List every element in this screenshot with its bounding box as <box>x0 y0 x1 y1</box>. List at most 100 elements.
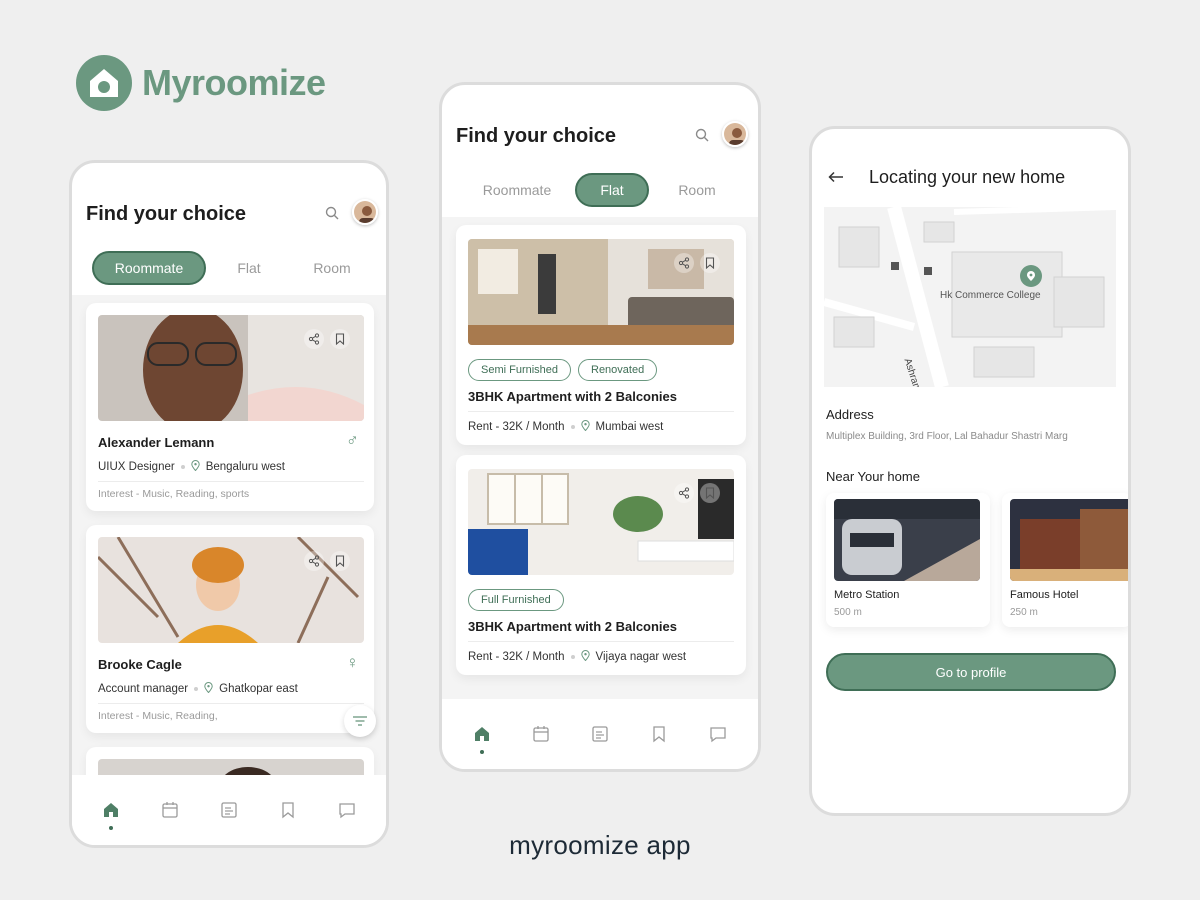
location-pin-icon <box>580 420 590 434</box>
share-icon[interactable] <box>674 483 694 503</box>
back-arrow-icon[interactable] <box>826 167 846 187</box>
brand-header: Myroomize <box>76 55 326 111</box>
roommate-role: Account manager <box>98 683 189 695</box>
flat-photo <box>468 469 734 575</box>
flat-title: 3BHK Apartment with 2 Balconies <box>468 619 678 634</box>
map-view[interactable]: Hk Commerce College Ashram R <box>824 207 1116 387</box>
address-text: Multiplex Building, 3rd Floor, Lal Bahad… <box>826 431 1068 442</box>
page-title: Find your choice <box>86 203 247 225</box>
flat-tag: Full Furnished <box>468 589 564 611</box>
phone-location-screen: Locating your new home Hk Commerce Colle… <box>809 126 1131 816</box>
bookmark-icon[interactable] <box>330 329 350 349</box>
roommate-interest: Interest - Music, Reading, sports <box>98 488 250 500</box>
male-symbol-icon: ♂ <box>346 431 359 450</box>
address-label: Address <box>826 407 874 422</box>
flat-meta: Rent - 32K / Month Vijaya nagar west <box>468 650 686 664</box>
map-place-label: Hk Commerce College <box>940 290 1041 301</box>
roommate-meta: UIUX Designer Bengaluru west <box>98 460 285 474</box>
location-pin-icon <box>580 650 590 664</box>
roommate-name: Alexander Lemann <box>98 435 215 450</box>
house-icon <box>76 55 132 111</box>
roommate-name: Brooke Cagle <box>98 657 182 672</box>
flat-card[interactable]: Semi Furnished Renovated 3BHK Apartment … <box>456 225 746 445</box>
notes-icon[interactable] <box>586 720 614 748</box>
flat-tag: Renovated <box>578 359 658 381</box>
notes-icon[interactable] <box>215 796 243 824</box>
flat-card[interactable]: Full Furnished 3BHK Apartment with 2 Bal… <box>456 455 746 675</box>
card-divider <box>468 641 734 642</box>
location-pin-icon <box>204 682 213 696</box>
near-place-title: Famous Hotel <box>1010 589 1079 601</box>
flat-location: Mumbai west <box>595 421 664 433</box>
card-divider <box>98 703 364 704</box>
flat-rent: Rent - 32K / Month <box>468 651 565 663</box>
tab-room[interactable]: Room <box>292 253 372 283</box>
tab-room[interactable]: Room <box>662 175 732 205</box>
roommate-photo <box>98 537 364 643</box>
avatar[interactable] <box>352 199 378 225</box>
meta-separator <box>570 425 575 429</box>
near-place-photo <box>834 499 980 581</box>
roommate-location: Bengaluru west <box>205 461 285 473</box>
page-title: Find your choice <box>456 125 617 147</box>
bookmark-icon[interactable] <box>330 551 350 571</box>
flat-meta: Rent - 32K / Month Mumbai west <box>468 420 663 434</box>
card-divider <box>98 481 364 482</box>
go-to-profile-button[interactable]: Go to profile <box>826 653 1116 691</box>
roommate-location: Ghatkopar east <box>219 683 298 695</box>
tab-bar: Roommate Flat Room <box>92 251 372 285</box>
avatar[interactable] <box>722 121 748 147</box>
app-caption: myroomize app <box>509 830 691 860</box>
bookmark-icon[interactable] <box>645 720 673 748</box>
near-place-card[interactable]: Metro Station 500 m <box>826 493 990 627</box>
roommate-role: UIUX Designer <box>98 461 175 473</box>
roommate-card[interactable]: Alexander Lemann ♂ UIUX Designer Bengalu… <box>86 303 374 511</box>
bottom-nav <box>442 699 758 769</box>
meta-separator <box>194 687 199 691</box>
share-icon[interactable] <box>304 329 324 349</box>
near-place-title: Metro Station <box>834 589 900 601</box>
search-icon[interactable] <box>322 203 342 223</box>
roommate-card[interactable]: Brooke Cagle ♀ Account manager Ghatkopar… <box>86 525 374 733</box>
female-symbol-icon: ♀ <box>346 653 359 672</box>
phone-flat-screen: Find your choice Roommate Flat Room Semi… <box>439 82 761 772</box>
meta-separator <box>180 465 185 469</box>
tab-flat[interactable]: Flat <box>575 173 649 207</box>
bookmark-icon[interactable] <box>700 253 720 273</box>
map-pin-icon[interactable] <box>1020 265 1042 287</box>
home-icon[interactable] <box>468 720 496 754</box>
flat-list[interactable]: Semi Furnished Renovated 3BHK Apartment … <box>442 217 758 703</box>
near-place-distance: 500 m <box>834 607 862 618</box>
calendar-icon[interactable] <box>527 720 555 748</box>
near-home-label: Near Your home <box>826 469 920 484</box>
brand-name: Myroomize <box>142 62 326 103</box>
chat-icon[interactable] <box>704 720 732 748</box>
share-icon[interactable] <box>674 253 694 273</box>
near-place-photo <box>1010 499 1128 581</box>
bookmark-icon[interactable] <box>700 483 720 503</box>
search-icon[interactable] <box>692 125 712 145</box>
meta-separator <box>570 655 575 659</box>
tab-roommate[interactable]: Roommate <box>472 175 562 205</box>
tab-flat[interactable]: Flat <box>209 253 289 283</box>
home-icon[interactable] <box>97 796 125 830</box>
near-place-card[interactable]: Famous Hotel 250 m <box>1002 493 1128 627</box>
share-icon[interactable] <box>304 551 324 571</box>
calendar-icon[interactable] <box>156 796 184 824</box>
location-pin-icon <box>191 460 200 474</box>
flat-photo <box>468 239 734 345</box>
flat-location: Vijaya nagar west <box>595 651 687 663</box>
chat-icon[interactable] <box>333 796 361 824</box>
flat-title: 3BHK Apartment with 2 Balconies <box>468 389 678 404</box>
phone-roommate-screen: Find your choice Roommate Flat Room Alex… <box>69 160 389 848</box>
roommate-meta: Account manager Ghatkopar east <box>98 682 298 696</box>
filter-icon <box>353 716 367 726</box>
bookmark-icon[interactable] <box>274 796 302 824</box>
tab-roommate[interactable]: Roommate <box>92 251 206 285</box>
card-divider <box>468 411 734 412</box>
roommate-photo <box>98 315 364 421</box>
roommate-list[interactable]: Alexander Lemann ♂ UIUX Designer Bengalu… <box>72 295 386 781</box>
flat-rent: Rent - 32K / Month <box>468 421 565 433</box>
filter-button[interactable] <box>344 705 376 737</box>
flat-tag: Semi Furnished <box>468 359 572 381</box>
